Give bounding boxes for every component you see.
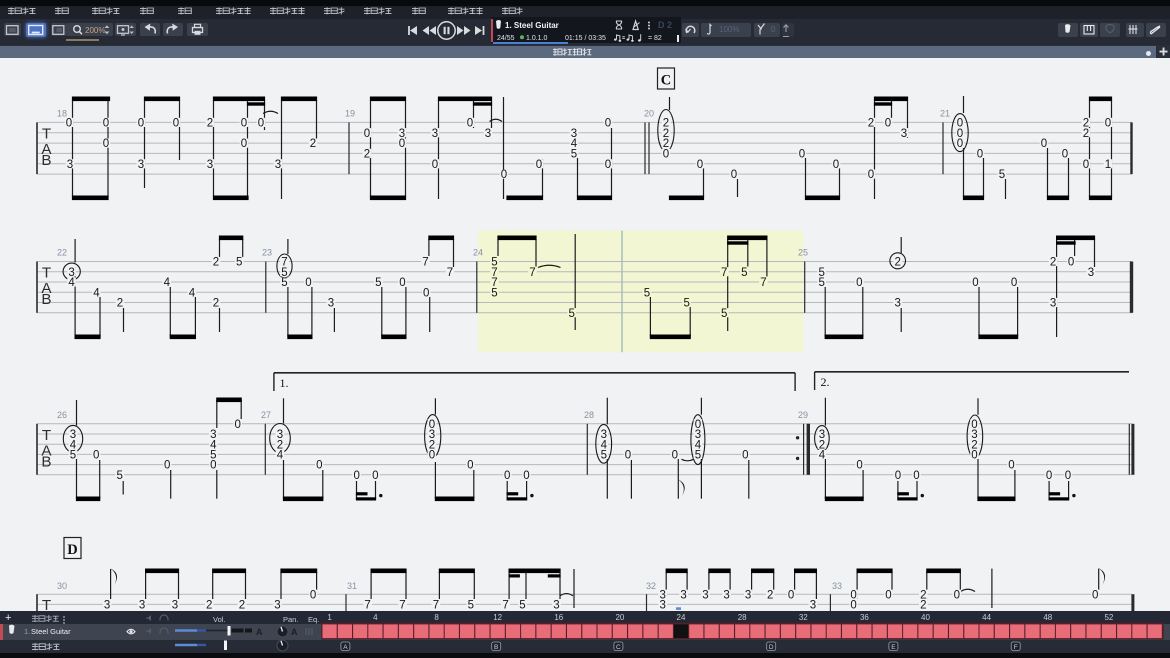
svg-text:44: 44 bbox=[982, 613, 991, 622]
svg-text:8: 8 bbox=[434, 613, 439, 622]
svg-text:C: C bbox=[616, 644, 621, 651]
svg-text:B: B bbox=[494, 644, 498, 651]
svg-text:E: E bbox=[891, 644, 896, 651]
svg-text:32: 32 bbox=[799, 613, 808, 622]
svg-text:52: 52 bbox=[1104, 613, 1113, 622]
svg-text:36: 36 bbox=[860, 613, 869, 622]
svg-text:24: 24 bbox=[677, 613, 686, 622]
svg-text:40: 40 bbox=[921, 613, 930, 622]
svg-text:12: 12 bbox=[493, 613, 502, 622]
svg-text:F: F bbox=[1014, 644, 1018, 651]
svg-text:D: D bbox=[769, 644, 774, 651]
svg-text:1: 1 bbox=[327, 613, 332, 622]
svg-text:16: 16 bbox=[554, 613, 563, 622]
svg-text:4: 4 bbox=[373, 613, 378, 622]
svg-text:A: A bbox=[343, 644, 348, 651]
svg-text:28: 28 bbox=[738, 613, 747, 622]
svg-text:48: 48 bbox=[1043, 613, 1052, 622]
svg-text:20: 20 bbox=[615, 613, 624, 622]
